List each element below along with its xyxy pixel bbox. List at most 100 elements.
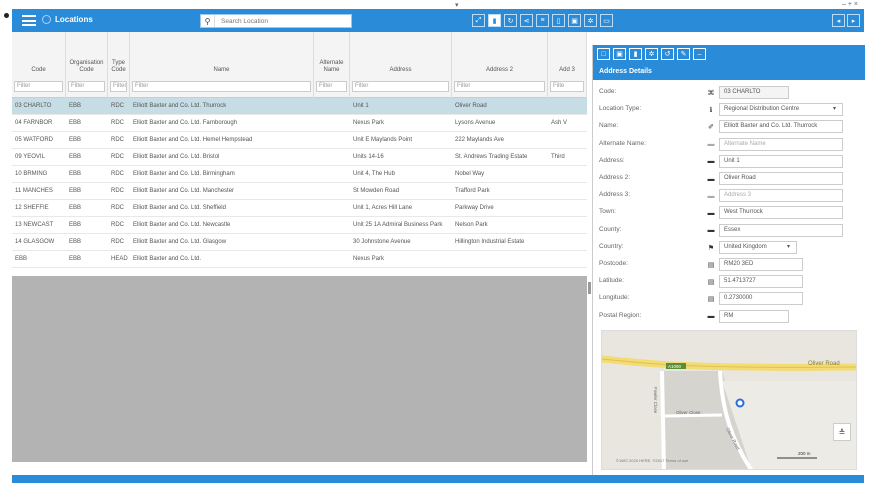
window-icon[interactable]: ▭ — [600, 14, 613, 27]
column-header[interactable]: Alternate Name Filter — [314, 32, 350, 98]
app-window: ▾ – + × Locations ⚲ ⤢ ▮ ↻ ⋖ ≡ ▯ ▣ ✲ ▭ ◂ … — [12, 1, 865, 483]
column-filter-input[interactable]: Filte — [550, 81, 584, 92]
panel-toolbar: □ ▣ ▮ ✲ ↺ ✎ – — [593, 45, 865, 63]
search-box[interactable]: ⚲ — [200, 14, 352, 28]
table-row[interactable]: 11 MANCHES EBB RDC Elliott Baxter and Co. L… — [12, 183, 587, 200]
copy-icon[interactable]: ▣ — [568, 14, 581, 27]
table-cell: Units 14-16 — [353, 154, 384, 160]
table-cell: RDC — [111, 188, 124, 194]
column-filter-input[interactable]: Filter — [68, 81, 105, 92]
table-row[interactable]: 13 NEWCAST EBB RDC Elliott Baxter and Co. L… — [12, 217, 587, 234]
list-bullet — [4, 13, 9, 18]
field-input[interactable]: RM — [719, 309, 789, 323]
card-icon: ▬ — [707, 141, 715, 149]
tag-icon: ✐ — [708, 124, 714, 132]
column-header-label: Add 3 — [559, 67, 575, 73]
table-cell: RDC — [111, 137, 124, 143]
form-row: Longitude: ▤ 0.2730000 — [593, 291, 865, 307]
column-filter-input[interactable]: Filter — [454, 81, 545, 92]
column-header[interactable]: Address 2 Filter — [452, 32, 548, 98]
doc-icon: ▤ — [707, 296, 715, 304]
form-row: Country: ⚑ United Kingdom ▾ — [593, 240, 865, 256]
table-cell: EBB — [69, 103, 82, 109]
refresh-icon[interactable]: ↻ — [504, 14, 517, 27]
column-header[interactable]: Type Code Filter — [108, 32, 130, 98]
column-header[interactable]: Organisation Code Filter — [66, 32, 108, 98]
settings-icon[interactable]: ✲ — [584, 14, 597, 27]
table-row[interactable]: 10 BRMING EBB RDC Elliott Baxter and Co. Lt… — [12, 166, 587, 183]
document-icon[interactable]: ▮ — [488, 14, 501, 27]
field-input[interactable]: Oliver Road — [719, 172, 843, 185]
table-row[interactable]: EBB EBB HEAD Elliott Baxter and Co. Ltd. Nex… — [12, 251, 587, 268]
table-cell — [314, 115, 350, 132]
table-row[interactable]: 05 WATFORD EBB RDC Elliott Baxter and Co. L… — [12, 132, 587, 149]
undo-icon[interactable]: ↺ — [661, 48, 674, 60]
expand-icon[interactable]: ⤢ — [472, 14, 485, 27]
next-icon[interactable]: ▸ — [847, 14, 860, 27]
table-cell — [548, 200, 587, 217]
field-input[interactable]: Address 3 — [719, 189, 843, 203]
column-filter-input[interactable]: Filter — [14, 81, 63, 92]
field-input[interactable]: 51.4713727 — [719, 275, 803, 289]
splitter-grip[interactable] — [588, 282, 591, 294]
table-row[interactable]: 12 SHEFFIE EBB RDC Elliott Baxter and Co. L… — [12, 200, 587, 217]
search-icon[interactable]: ⚲ — [201, 15, 215, 27]
edit-icon[interactable]: ✎ — [677, 48, 690, 60]
delete-icon[interactable]: ▮ — [629, 48, 642, 60]
field-input[interactable]: 03 CHARLTO — [719, 86, 789, 99]
chevron-down-icon[interactable]: ▾ — [787, 242, 790, 253]
chevron-down-icon[interactable]: ▾ — [833, 104, 836, 115]
field-input[interactable]: Essex — [719, 223, 843, 237]
table-row[interactable]: 14 GLASGOW EBB RDC Elliott Baxter and Co. L… — [12, 234, 587, 251]
field-input[interactable]: Elliott Baxter and Co. Ltd. Thurrock — [719, 120, 843, 134]
field-value: 0.2730000 — [724, 295, 753, 302]
field-dropdown[interactable]: Regional Distribution Centre ▾ — [719, 103, 843, 117]
table-cell: 10 BRMING — [15, 171, 48, 177]
search-input[interactable] — [215, 17, 345, 25]
table-cell: Elliott Baxter and Co. Ltd. Farnborough — [133, 120, 238, 126]
map-side-road-1: Oliver Close — [676, 410, 701, 415]
field-value: Oliver Road — [724, 175, 756, 181]
table-row[interactable]: 09 YEOVIL EBB RDC Elliott Baxter and Co. Lt… — [12, 149, 587, 166]
gear-icon[interactable]: ✲ — [645, 48, 658, 60]
grid-empty-area — [12, 276, 587, 462]
column-filter-input[interactable]: Filter — [110, 81, 127, 92]
field-input[interactable]: West Thurrock — [719, 206, 843, 220]
table-cell: EBB — [69, 188, 82, 194]
new-icon[interactable]: □ — [597, 48, 610, 60]
field-input[interactable]: Unit 1 — [719, 154, 843, 168]
page-icon[interactable]: ▯ — [552, 14, 565, 27]
field-label: Town: — [599, 208, 616, 216]
table-cell: EBB — [69, 256, 82, 262]
locations-grid: Code Filter Organisation Code Filter Type Co… — [12, 32, 587, 462]
column-header[interactable]: Code Filter — [12, 32, 66, 98]
column-header-label: Code — [31, 67, 46, 73]
column-filter-input[interactable]: Filter — [132, 81, 311, 92]
list-icon[interactable]: ≡ — [536, 14, 549, 27]
table-cell — [452, 251, 548, 268]
location-map[interactable]: A1090 Oliver Road Oliver Close Oliver Ro… — [601, 330, 857, 470]
table-row[interactable]: 04 FARNBOR EBB RDC Elliott Baxter and Co. L… — [12, 115, 587, 132]
field-input[interactable]: Alternate Name — [719, 137, 843, 151]
column-header[interactable]: Address Filter — [350, 32, 452, 98]
map-locate-icon[interactable]: ≙ — [833, 423, 851, 441]
field-input[interactable]: 0.2730000 — [719, 292, 803, 306]
field-input[interactable]: RM20 3ED — [719, 258, 803, 271]
prev-icon[interactable]: ◂ — [832, 14, 845, 27]
table-cell: 14 GLASGOW — [15, 239, 55, 245]
window-controls[interactable]: – + × — [842, 1, 858, 8]
status-footer — [12, 475, 864, 483]
column-filter-input[interactable]: Filter — [316, 81, 347, 92]
minus-icon[interactable]: – — [693, 48, 706, 60]
table-cell: Elliott Baxter and Co. Ltd. Hemel Hempst… — [133, 137, 253, 143]
column-header[interactable]: Add 3 Filte — [548, 32, 587, 98]
table-cell: RDC — [111, 103, 124, 109]
column-filter-input[interactable]: Filter — [352, 81, 449, 92]
table-cell — [314, 149, 350, 166]
save-icon[interactable]: ▣ — [613, 48, 626, 60]
column-header[interactable]: Name Filter — [130, 32, 314, 98]
hamburger-menu-icon[interactable] — [22, 15, 36, 26]
field-dropdown[interactable]: United Kingdom ▾ — [719, 240, 797, 254]
share-icon[interactable]: ⋖ — [520, 14, 533, 27]
table-row[interactable]: 03 CHARLTO EBB RDC Elliott Baxter and Co. L… — [12, 98, 587, 115]
